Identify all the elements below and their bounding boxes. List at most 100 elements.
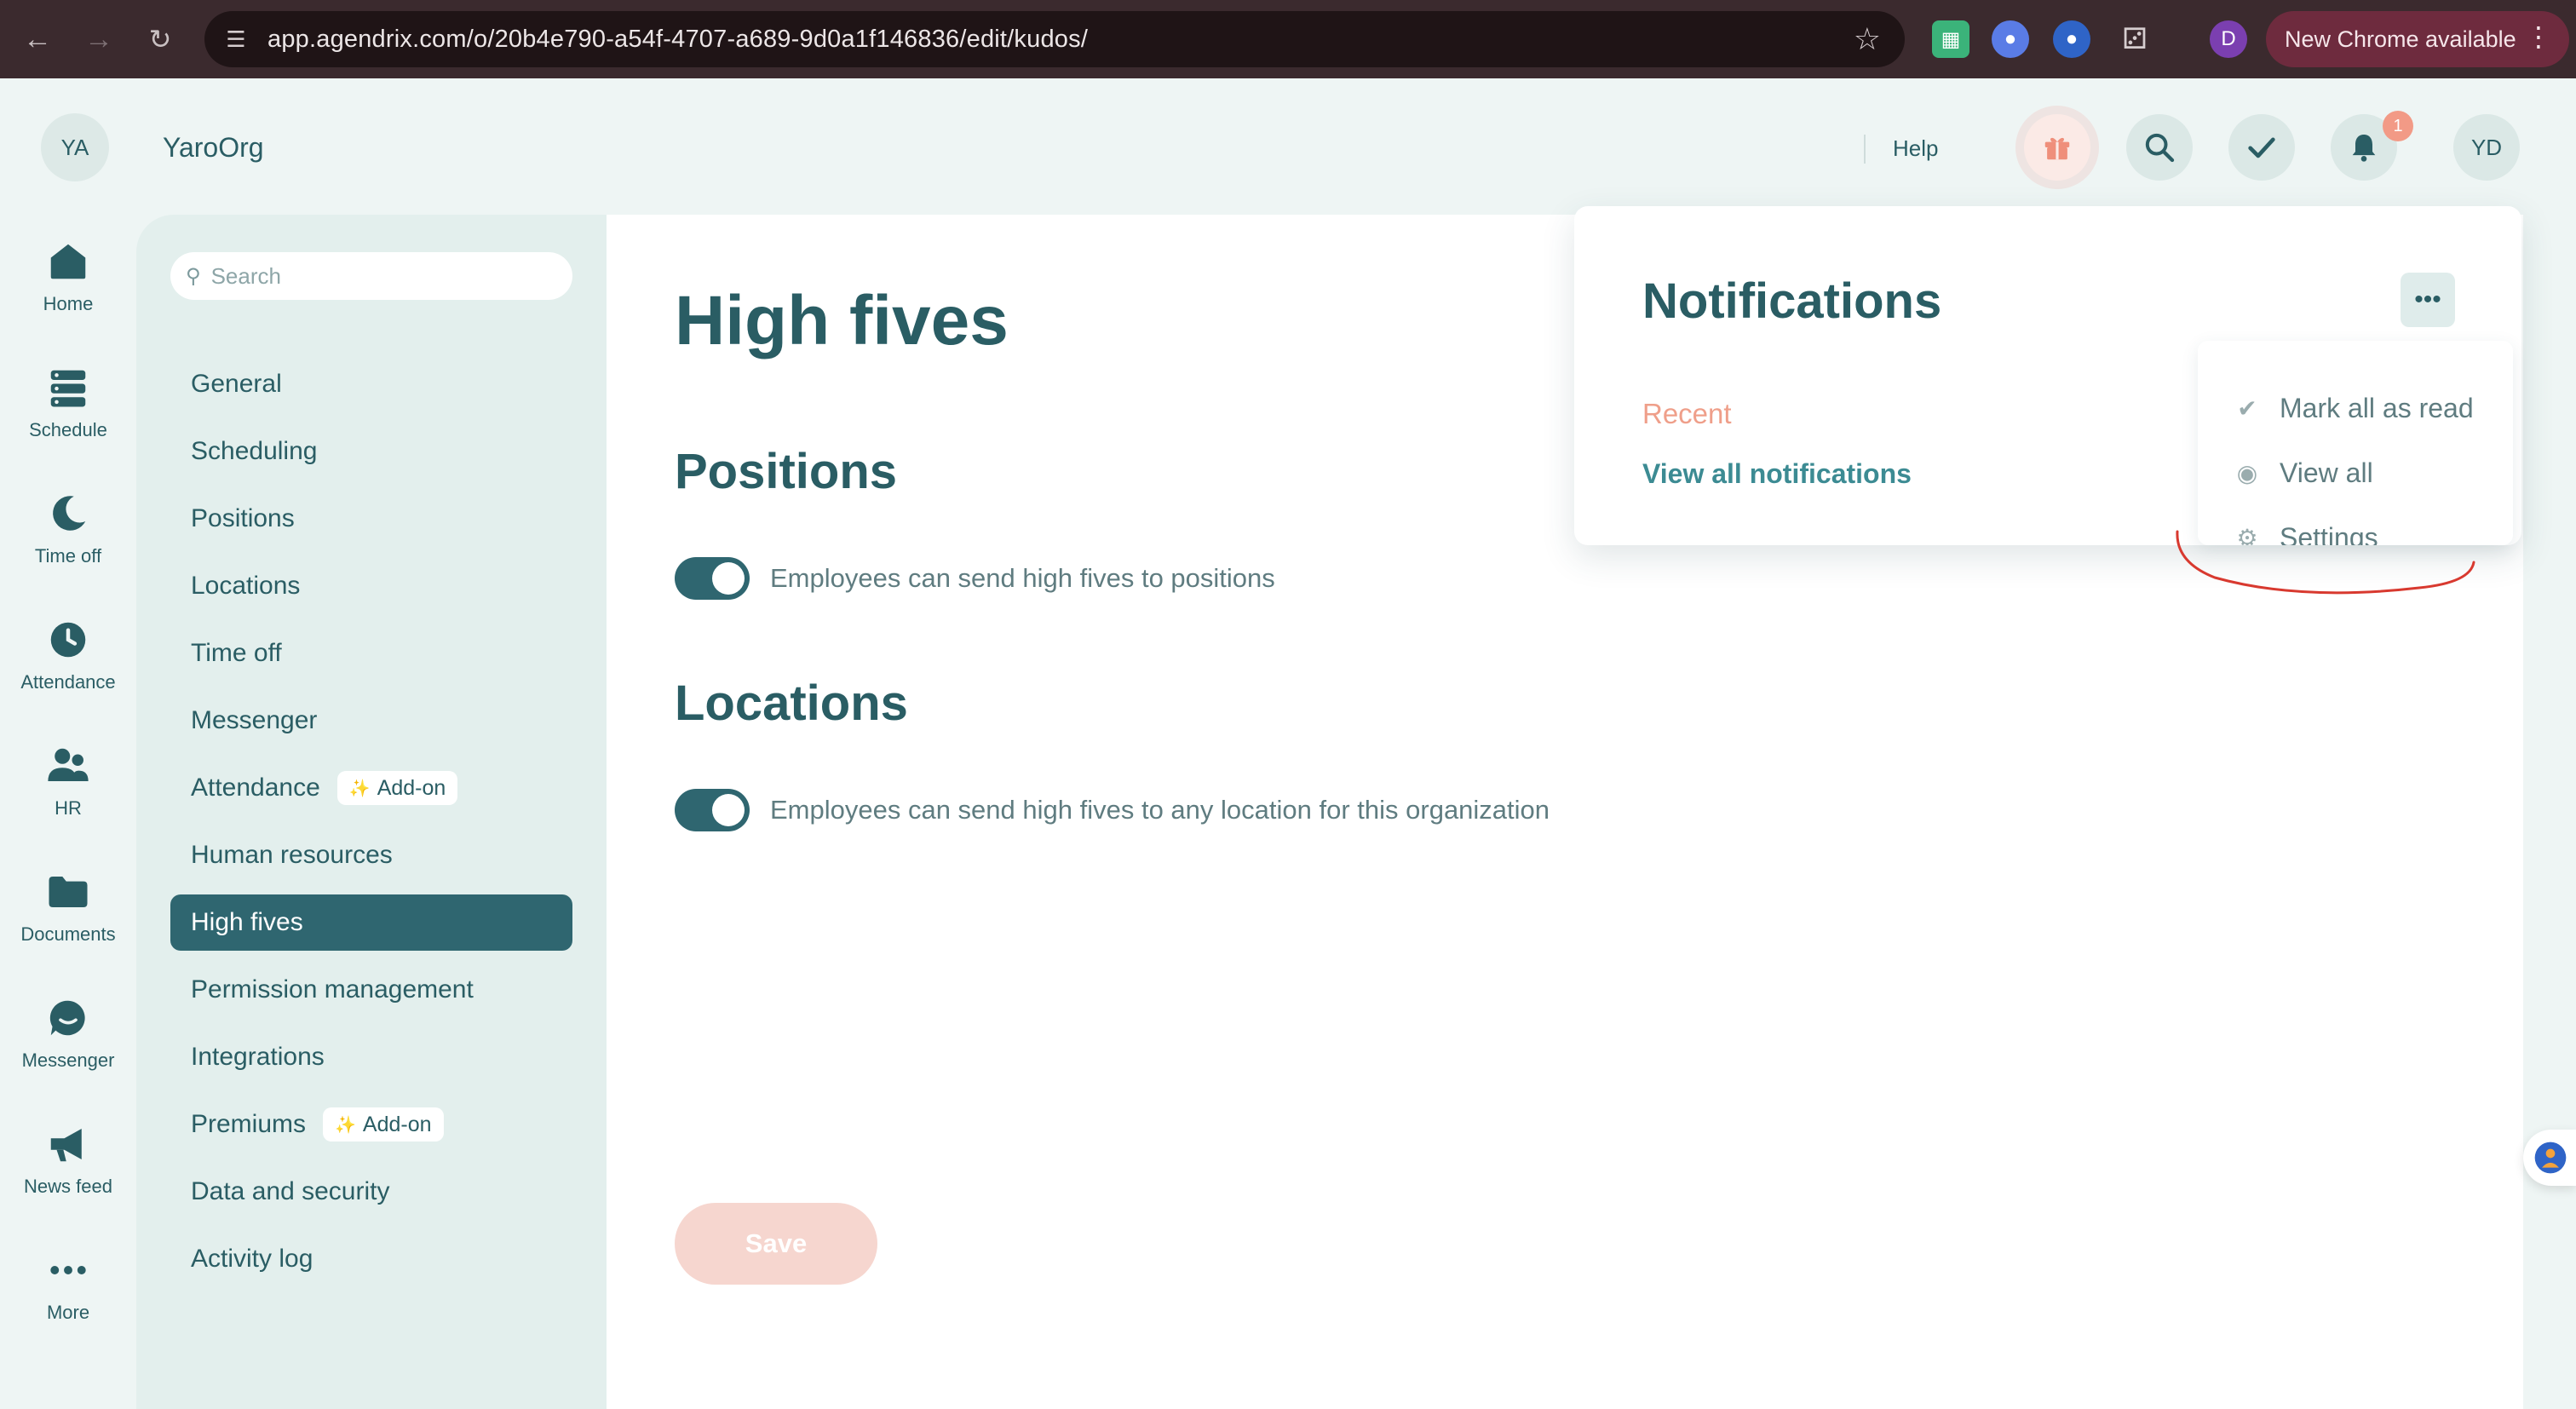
- header-divider: [1864, 135, 1866, 164]
- rail-hr-label: HR: [55, 797, 82, 819]
- positions-toggle-label: Employees can send high fives to positio…: [770, 563, 1275, 593]
- settings-nav-human-resources[interactable]: Human resources: [170, 827, 572, 883]
- nav-label: High fives: [191, 908, 303, 936]
- addon-badge: ✨ Add-on: [323, 1107, 444, 1142]
- nav-label: Integrations: [191, 1043, 325, 1071]
- nav-label: Premiums: [191, 1110, 307, 1138]
- view-all-notifications-link[interactable]: View all notifications: [1642, 458, 1912, 490]
- notifications-options-menu: ✔ Mark all as read ◉ View all ⚙ Settings: [2198, 341, 2513, 545]
- chat-bubble-icon: [49, 1000, 85, 1036]
- addon-label: Add-on: [377, 775, 446, 800]
- positions-toggle[interactable]: [675, 557, 750, 600]
- settings-nav-positions[interactable]: Positions: [170, 491, 572, 547]
- settings-nav-premiums[interactable]: Premiums ✨ Add-on: [170, 1096, 572, 1153]
- search-icon: ⚲: [186, 264, 201, 288]
- clock-icon: [50, 622, 86, 658]
- settings-nav-scheduling[interactable]: Scheduling: [170, 423, 572, 480]
- nav-label: Attendance: [191, 774, 320, 802]
- notifications-more-button[interactable]: •••: [2401, 273, 2455, 327]
- new-chrome-label: New Chrome available: [2285, 26, 2516, 52]
- nav-label: Time off: [191, 639, 282, 667]
- nav-label: Messenger: [191, 706, 318, 734]
- back-arrow-icon[interactable]: ←: [17, 19, 58, 60]
- mark-all-read-label: Mark all as read: [2280, 392, 2474, 423]
- search-icon[interactable]: [2126, 114, 2193, 181]
- view-all-item[interactable]: ◉ View all: [2232, 451, 2373, 494]
- rail-home-label: Home: [43, 293, 94, 314]
- gift-icon[interactable]: [2024, 114, 2090, 181]
- addon-label: Add-on: [362, 1112, 432, 1136]
- extensions-puzzle-icon[interactable]: ⚂: [2116, 20, 2153, 58]
- org-name[interactable]: YaroOrg: [163, 132, 264, 164]
- rail-news-feed[interactable]: News feed: [0, 1121, 136, 1198]
- settings-nav-time-off[interactable]: Time off: [170, 625, 572, 681]
- addon-badge: ✨ Add-on: [336, 771, 458, 805]
- settings-search[interactable]: ⚲: [170, 252, 572, 300]
- red-annotation-scribble: [2176, 530, 2475, 595]
- settings-nav-messenger[interactable]: Messenger: [170, 693, 572, 749]
- browser-toolbar: ← → ↻ ☰ app.agendrix.com/o/20b4e790-a54f…: [0, 0, 2576, 78]
- rail-documents[interactable]: Documents: [0, 869, 136, 946]
- schedule-icon: [50, 370, 86, 407]
- nav-label: General: [191, 370, 282, 398]
- address-bar[interactable]: ☰ app.agendrix.com/o/20b4e790-a54f-4707-…: [204, 11, 1905, 67]
- rail-schedule[interactable]: Schedule: [0, 365, 136, 441]
- settings-nav-integrations[interactable]: Integrations: [170, 1029, 572, 1085]
- settings-nav-permission-management[interactable]: Permission management: [170, 962, 572, 1018]
- rail-messenger[interactable]: Messenger: [0, 995, 136, 1072]
- people-icon: [48, 748, 89, 781]
- rail-time-off[interactable]: Time off: [0, 491, 136, 567]
- moon-icon: [53, 496, 86, 531]
- rail-time-off-label: Time off: [34, 545, 102, 566]
- reload-icon[interactable]: ↻: [140, 19, 181, 60]
- more-dots-icon: [50, 1266, 86, 1274]
- notifications-recent-label: Recent: [1642, 398, 1732, 429]
- locations-toggle-label: Employees can send high fives to any loc…: [770, 795, 1550, 825]
- user-avatar[interactable]: YD: [2453, 114, 2520, 181]
- eye-icon: ◉: [2236, 459, 2258, 486]
- rail-more-label: More: [46, 1302, 90, 1323]
- save-button[interactable]: Save: [675, 1203, 877, 1285]
- locations-toggle[interactable]: [675, 789, 750, 831]
- url-text: app.agendrix.com/o/20b4e790-a54f-4707-a6…: [267, 25, 1089, 53]
- nav-label: Data and security: [191, 1177, 390, 1205]
- settings-nav-high-fives[interactable]: High fives: [170, 894, 572, 951]
- rail-news-feed-label: News feed: [24, 1176, 112, 1197]
- tasks-check-icon[interactable]: [2228, 114, 2295, 181]
- checkmark-icon: ✔: [2237, 394, 2257, 422]
- view-all-label: View all: [2280, 457, 2373, 488]
- rail-more[interactable]: More: [0, 1247, 136, 1324]
- floating-assistant-button[interactable]: [2523, 1130, 2576, 1186]
- megaphone-icon: [50, 1129, 82, 1162]
- chrome-menu-icon[interactable]: ⋮: [2525, 23, 2552, 50]
- help-link[interactable]: Help: [1893, 135, 1938, 162]
- settings-nav-attendance[interactable]: Attendance ✨ Add-on: [170, 760, 572, 816]
- settings-nav-data-and-security[interactable]: Data and security: [170, 1164, 572, 1220]
- settings-sidebar: ⚲ General Scheduling Positions Locations…: [136, 215, 607, 1409]
- nav-label: Human resources: [191, 841, 393, 869]
- mark-all-read-item[interactable]: ✔ Mark all as read: [2232, 387, 2474, 429]
- nav-label: Permission management: [191, 975, 474, 1004]
- site-settings-icon[interactable]: ☰: [221, 25, 250, 54]
- settings-search-input[interactable]: [210, 262, 552, 290]
- extension-blue-circle-icon[interactable]: ●: [1992, 20, 2029, 58]
- home-icon: [50, 244, 86, 279]
- section-title-positions: Positions: [675, 444, 898, 499]
- rail-home[interactable]: Home: [0, 239, 136, 315]
- settings-nav-locations[interactable]: Locations: [170, 558, 572, 614]
- sparkle-icon: ✨: [348, 779, 371, 798]
- notifications-title: Notifications: [1642, 273, 1942, 329]
- rail-attendance[interactable]: Attendance: [0, 617, 136, 693]
- settings-nav-activity-log[interactable]: Activity log: [170, 1231, 572, 1287]
- bookmark-star-icon[interactable]: ☆: [1854, 21, 1881, 57]
- extension-person-icon[interactable]: ●: [2053, 20, 2090, 58]
- rail-documents-label: Documents: [20, 923, 116, 945]
- nav-label: Positions: [191, 504, 295, 532]
- settings-nav-general[interactable]: General: [170, 356, 572, 412]
- chrome-profile-avatar[interactable]: D: [2210, 20, 2247, 58]
- rail-hr[interactable]: HR: [0, 743, 136, 820]
- forward-arrow-icon[interactable]: →: [78, 19, 119, 60]
- org-avatar[interactable]: YA: [41, 113, 109, 181]
- new-chrome-available-button[interactable]: New Chrome available ⋮: [2266, 11, 2569, 67]
- extension-green-icon[interactable]: ▦: [1932, 20, 1969, 58]
